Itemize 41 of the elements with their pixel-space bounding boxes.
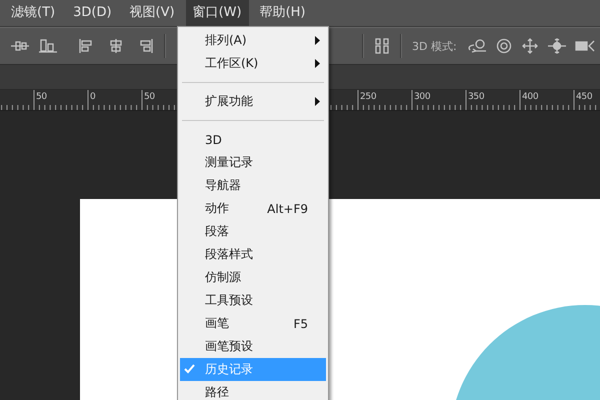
menu-item[interactable]: 排列(A) [180, 29, 326, 52]
menu-item[interactable]: 画笔 F5 [180, 312, 326, 335]
ruler-label: 0 [90, 92, 96, 102]
ruler-label: 50 [36, 92, 47, 102]
menu-bar-item[interactable]: 帮助(H) [252, 0, 312, 26]
menu-item[interactable]: 3D [180, 128, 326, 151]
camera-icon[interactable] [574, 38, 595, 54]
roll-icon[interactable] [494, 38, 513, 54]
submenu-arrow-icon [315, 97, 320, 106]
ruler-label: 400 [522, 92, 538, 102]
ruler-label: 250 [360, 92, 376, 102]
rotate-icon[interactable] [466, 38, 489, 54]
submenu-arrow-icon [315, 36, 320, 45]
menu-item[interactable]: 仿制源 [180, 266, 326, 289]
menu-bar-item[interactable]: 3D(D) [66, 0, 119, 26]
menu-item[interactable]: 段落样式 [180, 243, 326, 266]
menu-item[interactable]: 测量记录 [180, 151, 326, 174]
slide-icon[interactable] [546, 38, 567, 54]
ruler-label: 300 [414, 92, 430, 102]
menu-item[interactable]: 工具预设 [180, 289, 326, 312]
ruler-label: 50 [144, 92, 155, 102]
ruler-label: 450 [576, 92, 592, 102]
3d-mode-label: 3D 模式: [412, 38, 457, 54]
submenu-arrow-icon [315, 59, 320, 68]
menu-bar-item[interactable]: 滤镜(T) [4, 0, 62, 26]
ruler-label: 350 [468, 92, 484, 102]
distribute-icon[interactable] [374, 38, 390, 54]
menu-item[interactable]: 工作区(K) [180, 52, 326, 75]
menu-bar-item[interactable]: 窗口(W) [186, 0, 249, 26]
menu-item[interactable]: 扩展功能 [180, 90, 326, 113]
menu-item[interactable]: 段落 [180, 220, 326, 243]
menu-item[interactable]: 动作 Alt+F9 [180, 197, 326, 220]
menu-item[interactable]: 路径 [180, 381, 326, 400]
pan-icon[interactable] [520, 38, 539, 54]
align-icon[interactable] [108, 38, 124, 54]
menu-bar-item[interactable]: 视图(V) [122, 0, 182, 26]
align-icon[interactable] [38, 38, 58, 54]
menu-item[interactable]: 画笔预设 [180, 335, 326, 358]
align-icon[interactable] [138, 38, 154, 54]
align-icon[interactable] [78, 38, 94, 54]
menu-item[interactable]: 导航器 [180, 174, 326, 197]
